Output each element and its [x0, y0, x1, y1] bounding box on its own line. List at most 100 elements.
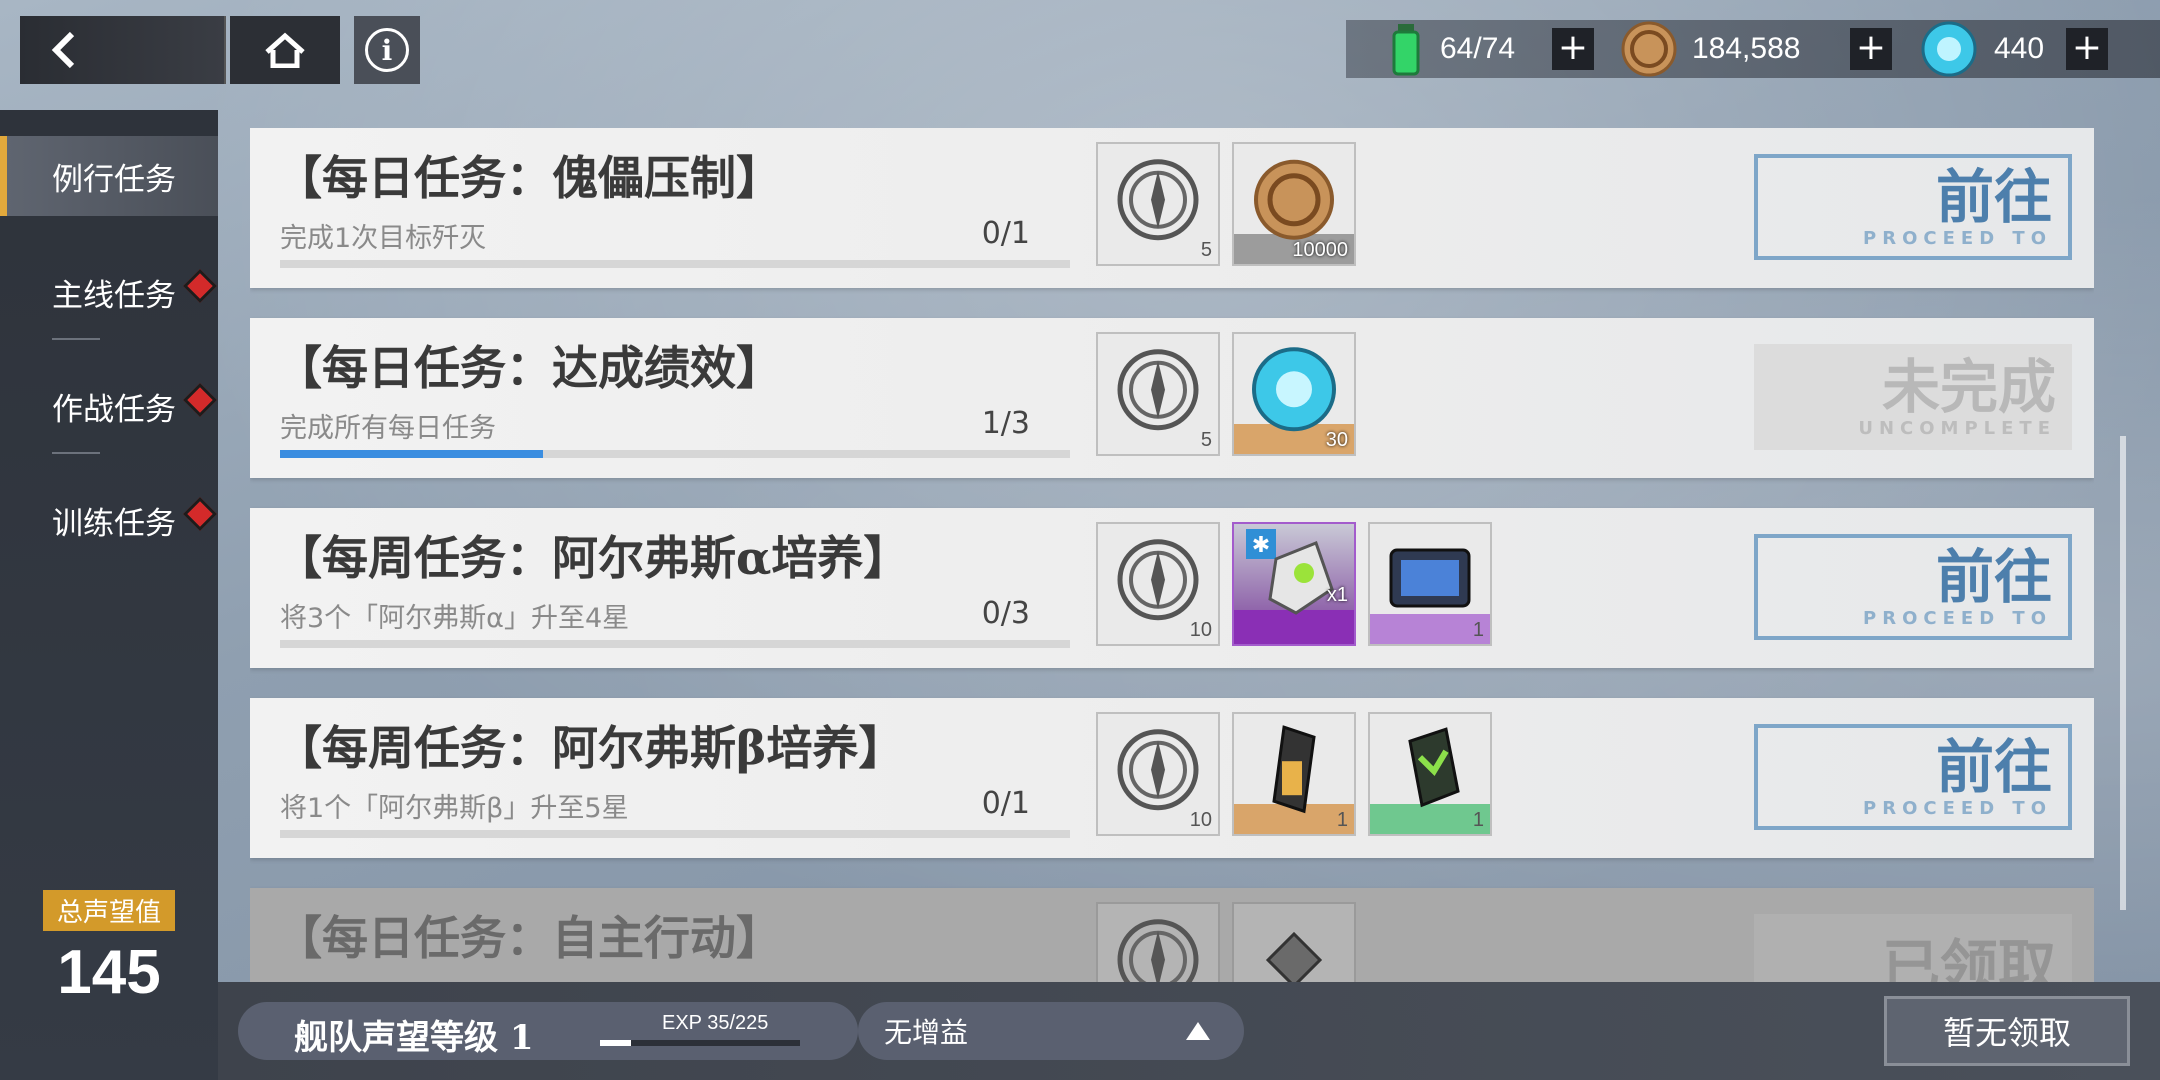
stamina-vial-icon [1392, 24, 1420, 76]
task-progress-bar [280, 260, 1070, 268]
add-crystal-button[interactable]: + [2066, 28, 2108, 70]
sidebar-item-combat[interactable]: 作战任务 [0, 366, 218, 446]
reward-item[interactable] [1232, 902, 1356, 982]
task-progress-text: 1/3 [981, 406, 1030, 441]
reward-item[interactable]: 5 [1096, 142, 1220, 266]
reward-count: 10 [1189, 619, 1212, 641]
crystal-icon [1252, 347, 1336, 432]
task-title: 【每周任务：阿尔弗斯β培养】 [276, 721, 905, 775]
task-row: 【每日任务：自主行动】 已领取 [250, 888, 2094, 982]
chip-icon [1265, 931, 1323, 982]
task-list: 【每日任务：傀儡压制】 完成1次目标歼灭 0/1 5 10000 前往 PROC… [250, 128, 2094, 982]
info-button[interactable]: i [354, 16, 420, 84]
home-button[interactable] [230, 16, 340, 84]
sidebar-item-main-story[interactable]: 主线任务 [0, 252, 218, 332]
info-icon: i [365, 28, 409, 72]
notification-badge [183, 383, 217, 417]
task-title: 【每周任务：阿尔弗斯α培养】 [276, 531, 910, 585]
reward-item[interactable]: 1 [1368, 522, 1492, 646]
reward-item[interactable]: ✱ x1 [1232, 522, 1356, 646]
reward-item[interactable]: 10 [1096, 522, 1220, 646]
battery-icon [1408, 727, 1460, 808]
resource-bar: 64/74 + 184,588 + 440 + [1346, 20, 2160, 78]
proceed-button[interactable]: 前往 PROCEED TO [1754, 154, 2072, 260]
total-prestige: 总声望值 145 [0, 890, 218, 1008]
exp-progress-bar [600, 1040, 800, 1046]
incomplete-status: 未完成 UNCOMPLETE [1754, 344, 2072, 450]
task-description: 将1个「阿尔弗斯β」升至5星 [280, 793, 629, 824]
reward-item[interactable]: 10000 [1232, 142, 1356, 266]
task-row: 【每周任务：阿尔弗斯α培养】 将3个「阿尔弗斯α」升至4星 0/3 10 ✱ x… [250, 508, 2094, 668]
prestige-medal-icon [1117, 349, 1199, 431]
task-row: 【每日任务：达成绩效】 完成所有每日任务 1/3 5 30 未完成 UNCOMP… [250, 318, 2094, 478]
proceed-button[interactable]: 前往 PROCEED TO [1754, 724, 2072, 830]
prestige-medal-icon [1117, 159, 1199, 241]
task-progress-text: 0/1 [981, 786, 1030, 821]
back-button[interactable] [20, 16, 226, 84]
coin-icon [1254, 159, 1334, 240]
reward-count: 5 [1200, 429, 1212, 451]
action-label: 未完成 [1881, 352, 2056, 421]
action-sublabel: PROCEED TO [1863, 227, 2052, 249]
scrollbar[interactable] [2120, 436, 2126, 910]
notification-badge [183, 497, 217, 531]
task-row: 【每周任务：阿尔弗斯β培养】 将1个「阿尔弗斯β」升至5星 0/1 10 1 1… [250, 698, 2094, 858]
buff-dropdown[interactable]: 无增益 [858, 1002, 1244, 1060]
reward-count: 1 [1472, 809, 1484, 831]
crystal-value: 440 [1994, 32, 2045, 65]
sidebar-item-training[interactable]: 训练任务 [0, 480, 218, 560]
reward-count: 30 [1325, 429, 1348, 451]
action-sublabel: UNCOMPLETE [1858, 417, 2056, 439]
component-icon [1272, 725, 1316, 814]
task-title: 【每日任务：傀儡压制】 [276, 151, 782, 205]
action-label: 前往 [1935, 542, 2052, 611]
reward-item[interactable]: 5 [1096, 332, 1220, 456]
prestige-medal-icon [1117, 539, 1199, 621]
reward-item[interactable]: 30 [1232, 332, 1356, 456]
reward-count: 10000 [1292, 239, 1348, 261]
sidebar-item-label: 作战任务 [52, 391, 176, 428]
reward-item[interactable] [1096, 902, 1220, 982]
task-progress-bar [280, 830, 1070, 838]
reward-item[interactable]: 10 [1096, 712, 1220, 836]
task-title: 【每日任务：达成绩效】 [276, 341, 782, 395]
resource-crystal: 440 + [1918, 20, 2108, 78]
task-row: 【每日任务：傀儡压制】 完成1次目标歼灭 0/1 5 10000 前往 PROC… [250, 128, 2094, 288]
claim-all-button[interactable]: 暂无领取 [1884, 996, 2130, 1066]
sidebar-item-label: 训练任务 [52, 505, 176, 542]
divider [52, 338, 100, 340]
reward-item[interactable]: 1 [1368, 712, 1492, 836]
reward-count: x1 [1326, 584, 1348, 606]
reward-item[interactable]: 1 [1232, 712, 1356, 836]
sidebar-item-label: 主线任务 [52, 277, 176, 314]
coin-icon [1621, 21, 1677, 77]
fleet-prestige-level: 舰队声望等级 1 EXP 35/225 [238, 1002, 858, 1060]
add-stamina-button[interactable]: + [1552, 28, 1594, 70]
prestige-value: 145 [57, 938, 161, 1007]
task-description: 完成1次目标歼灭 [280, 223, 487, 254]
sidebar-item-routine[interactable]: 例行任务 [0, 136, 218, 216]
claim-label: 暂无领取 [1942, 1014, 2071, 1052]
stamina-value: 64/74 [1440, 32, 1516, 65]
task-progress-bar [280, 450, 1070, 458]
divider [52, 452, 100, 454]
action-label: 前往 [1935, 732, 2052, 801]
bottom-bar: 舰队声望等级 1 EXP 35/225 无增益 暂无领取 [218, 982, 2160, 1080]
buff-label: 无增益 [884, 1016, 969, 1049]
prestige-medal-icon [1117, 919, 1199, 982]
chevron-left-icon [51, 31, 75, 69]
task-title: 【每日任务：自主行动】 [276, 911, 782, 965]
task-category-sidebar: 例行任务 主线任务 作战任务 训练任务 总声望值 145 [0, 110, 218, 1080]
level-title: 舰队声望等级 1 [294, 1018, 534, 1058]
reward-count: 10 [1189, 809, 1212, 831]
add-coin-button[interactable]: + [1850, 28, 1892, 70]
prestige-medal-icon [1117, 729, 1199, 811]
crystal-icon [1921, 21, 1977, 77]
action-label: 已领取 [1881, 933, 2056, 982]
proceed-button[interactable]: 前往 PROCEED TO [1754, 534, 2072, 640]
task-progress-text: 0/1 [981, 216, 1030, 251]
coin-value: 184,588 [1692, 32, 1801, 65]
task-progress-text: 0/3 [981, 596, 1030, 631]
resource-stamina: 64/74 + [1386, 20, 1594, 78]
task-progress-bar [280, 640, 1070, 648]
